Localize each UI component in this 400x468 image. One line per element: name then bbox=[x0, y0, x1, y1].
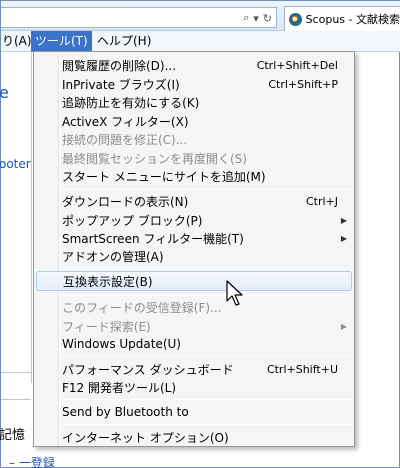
page-link-register[interactable]: – 一登録 bbox=[9, 454, 55, 468]
refresh-icon[interactable]: ↻ bbox=[263, 12, 272, 25]
menubar-item-tools[interactable]: ツール(T) bbox=[31, 31, 92, 52]
link-marker-icon: – bbox=[9, 456, 19, 468]
chevron-down-icon[interactable]: ▾ bbox=[253, 12, 259, 25]
menu-item-view-downloads[interactable]: ダウンロードの表示(N) Ctrl+J bbox=[36, 191, 352, 211]
menu-item-fix-connection: 接続の問題を修正(C)... bbox=[36, 129, 352, 149]
page-link-register-label: 一登録 bbox=[18, 456, 55, 468]
menu-item-smartscreen[interactable]: SmartScreen フィルター機能(T) ▶ bbox=[36, 228, 352, 248]
menu-item-inprivate[interactable]: InPrivate ブラウズ(I) Ctrl+Shift+P bbox=[36, 74, 352, 94]
browser-tab[interactable]: Scopus - 文献検索 bbox=[284, 6, 400, 31]
menu-item-reopen-session: 最終閲覧セッションを再度開く(S) bbox=[36, 148, 352, 168]
scopus-favicon-icon bbox=[289, 12, 302, 26]
menu-item-label: 追跡防止を有効にする(K) bbox=[62, 95, 200, 110]
menu-item-label: ポップアップ ブロック(P) bbox=[62, 213, 203, 228]
menu-item-windows-update[interactable]: Windows Update(U) bbox=[36, 334, 352, 354]
menu-item-label: Send by Bluetooth to bbox=[62, 405, 189, 419]
menu-separator bbox=[62, 268, 352, 269]
browser-window: ⌕ ▾ ↻ Scopus - 文献検索 り(A) ツール(T) ヘルプ(H) e… bbox=[0, 0, 400, 468]
menu-item-label: InPrivate ブラウズ(I) bbox=[62, 77, 180, 92]
menu-separator bbox=[62, 356, 352, 357]
menu-item-label: フィード探索(E) bbox=[62, 319, 151, 334]
menu-item-label: ActiveX フィルター(X) bbox=[62, 114, 189, 129]
tools-menu: 閲覧履歴の削除(D)... Ctrl+Shift+Del InPrivate ブ… bbox=[33, 51, 355, 447]
menu-item-performance-dashboard[interactable]: パフォーマンス ダッシュボード Ctrl+Shift+U bbox=[36, 359, 352, 379]
mouse-pointer-icon bbox=[226, 280, 243, 306]
menu-item-shortcut: Ctrl+Shift+U bbox=[266, 362, 338, 376]
menu-item-activex-filter[interactable]: ActiveX フィルター(X) bbox=[36, 111, 352, 131]
menu-separator bbox=[62, 295, 352, 296]
menu-item-label: パフォーマンス ダッシュボード bbox=[62, 362, 234, 377]
menu-item-label: ダウンロードの表示(N) bbox=[62, 194, 189, 209]
menu-item-send-bluetooth[interactable]: Send by Bluetooth to bbox=[36, 402, 352, 422]
menu-item-label: 最終閲覧セッションを再度開く(S) bbox=[62, 151, 247, 166]
menu-item-feed-discovery: フィード探索(E) ▶ bbox=[36, 316, 352, 336]
menu-item-tracking-protection[interactable]: 追跡防止を有効にする(K) bbox=[36, 92, 352, 112]
menu-item-manage-addons[interactable]: アドオンの管理(A) bbox=[36, 246, 352, 266]
page-text-fragment: 記憶 bbox=[0, 428, 26, 443]
menu-item-shortcut: Ctrl+J bbox=[305, 194, 338, 208]
page-divider bbox=[1, 399, 31, 400]
menu-item-internet-options[interactable]: インターネット オプション(O) bbox=[36, 427, 352, 447]
menu-item-compatibility-view[interactable]: 互換表示設定(B) bbox=[36, 271, 352, 291]
tab-title: Scopus - 文献検索 bbox=[305, 13, 400, 26]
menu-item-label: Windows Update(U) bbox=[62, 337, 181, 351]
menu-separator bbox=[62, 399, 352, 400]
menu-item-add-to-start[interactable]: スタート メニューにサイトを追加(M) bbox=[36, 166, 352, 186]
address-bar[interactable]: ⌕ ▾ ↻ bbox=[1, 7, 277, 28]
menu-separator bbox=[62, 189, 352, 190]
menu-item-label: インターネット オプション(O) bbox=[62, 430, 229, 445]
menu-item-shortcut: Ctrl+Shift+Del bbox=[256, 58, 338, 72]
menu-bar: り(A) ツール(T) ヘルプ(H) bbox=[1, 31, 400, 52]
submenu-arrow-icon: ▶ bbox=[340, 233, 347, 243]
menu-item-popup-blocker[interactable]: ポップアップ ブロック(P) ▶ bbox=[36, 210, 352, 230]
menu-item-label: 接続の問題を修正(C)... bbox=[62, 132, 188, 147]
submenu-arrow-icon: ▶ bbox=[340, 215, 347, 225]
page-link-fragment-top[interactable]: e bbox=[0, 83, 9, 102]
menu-item-label: F12 開発者ツール(L) bbox=[62, 380, 177, 395]
menubar-item-help[interactable]: ヘルプ(H) bbox=[93, 31, 155, 52]
menu-item-f12-dev-tools[interactable]: F12 開発者ツール(L) bbox=[36, 377, 352, 397]
menu-item-label: スタート メニューにサイトを追加(M) bbox=[62, 169, 266, 184]
submenu-arrow-icon: ▶ bbox=[340, 321, 347, 331]
menu-item-label: 閲覧履歴の削除(D)... bbox=[62, 58, 177, 73]
page-divider bbox=[31, 53, 32, 383]
menu-item-label: 互換表示設定(B) bbox=[63, 274, 153, 289]
menu-item-delete-history[interactable]: 閲覧履歴の削除(D)... Ctrl+Shift+Del bbox=[36, 55, 352, 75]
menu-item-label: このフィードの受信登録(F)... bbox=[62, 300, 222, 315]
menu-item-shortcut: Ctrl+Shift+P bbox=[268, 77, 338, 91]
page-divider bbox=[1, 372, 31, 373]
browser-toolbar: ⌕ ▾ ↻ Scopus - 文献検索 bbox=[1, 1, 400, 31]
page-link-footer[interactable]: ooter bbox=[0, 157, 31, 171]
menu-item-subscribe-feed: このフィードの受信登録(F)... bbox=[36, 297, 352, 317]
menu-item-label: SmartScreen フィルター機能(T) bbox=[62, 231, 244, 246]
search-icon[interactable]: ⌕ bbox=[243, 11, 249, 25]
address-bar-icons: ⌕ ▾ ↻ bbox=[243, 9, 272, 27]
menu-item-label: アドオンの管理(A) bbox=[62, 249, 164, 264]
menu-separator bbox=[62, 424, 352, 425]
